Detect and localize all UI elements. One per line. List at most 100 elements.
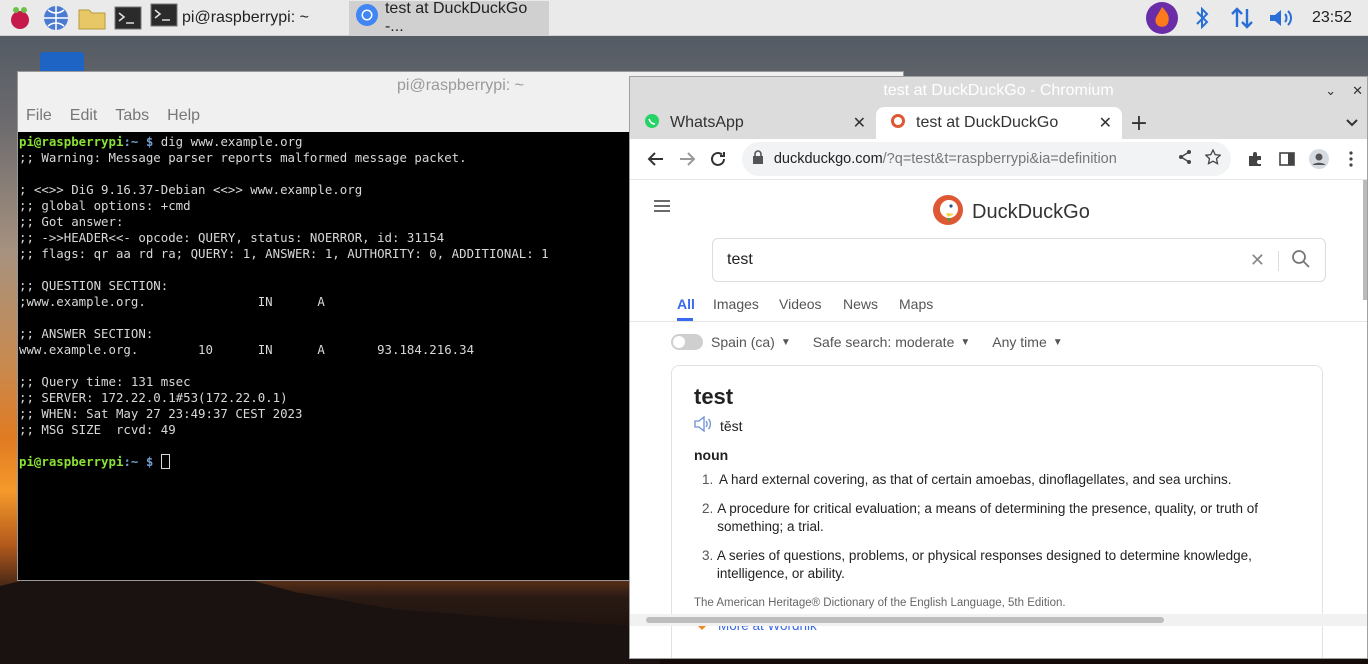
side-panel-icon[interactable] [1271,143,1303,175]
vnc-tray-icon[interactable] [1142,0,1182,36]
network-icon[interactable] [1222,0,1262,36]
tab-videos[interactable]: Videos [779,296,822,312]
menu-edit[interactable]: Edit [70,107,98,125]
url-host: duckduckgo.com [773,151,883,167]
file-manager-launcher-icon[interactable] [76,2,108,34]
terminal-launcher-icon[interactable] [112,2,144,34]
search-filters: Spain (ca) ▼ Safe search: moderate ▼ Any t… [671,334,1085,350]
web-page: DuckDuckGo test ✕ All Images Videos News… [630,179,1367,658]
output-line: ;; WHEN: Sat May 27 23:49:37 CEST 2023 [19,406,303,421]
tab-news[interactable]: News [843,296,878,312]
taskbar-chromium-task[interactable]: test at DuckDuckGo -... [348,0,549,35]
menu-help[interactable]: Help [167,107,200,125]
output-line: ;; QUESTION SECTION: [19,278,169,293]
region-caret-icon[interactable]: ▼ [781,337,791,348]
raspberry-menu-icon[interactable] [4,2,36,34]
output-line: ;; Got answer: [19,214,124,229]
tab-close-icon[interactable]: ✕ [853,113,866,133]
tab-label: test at DuckDuckGo [916,114,1059,131]
definition-word: test [694,384,734,409]
extensions-puzzle-icon[interactable] [1239,143,1271,175]
output-line: ;www.example.org. IN A [19,294,325,309]
reload-icon[interactable] [703,143,734,175]
safe-search-caret-icon[interactable]: ▼ [960,337,970,348]
output-line: ;; global options: +cmd [19,198,191,213]
output-line: ;; MSG SIZE rcvd: 49 [19,422,176,437]
tab-duckduckgo[interactable]: test at DuckDuckGo ✕ [876,107,1122,139]
back-arrow-icon[interactable] [640,143,671,175]
menu-file[interactable]: File [26,107,52,125]
part-of-speech: noun [694,447,729,463]
menu-tabs[interactable]: Tabs [115,107,149,125]
time-caret-icon[interactable]: ▼ [1053,337,1063,348]
output-line: ;; flags: qr aa rd ra; QUERY: 1, ANSWER:… [19,246,549,261]
region-toggle[interactable] [671,334,703,350]
region-filter[interactable]: Spain (ca) [711,334,775,350]
output-line: ;; Warning: Message parser reports malfo… [19,150,467,165]
new-tab-plus-icon[interactable]: + [1122,107,1156,139]
taskbar-terminal-task[interactable]: pi@raspberrypi: ~ [144,1,315,35]
tab-strip: WhatsApp ✕ test at DuckDuckGo ✕ + [630,105,1367,139]
tab-images[interactable]: Images [713,296,759,312]
definition-list: 1. A hard external covering, as that of … [694,471,1300,583]
definition-text: A hard external covering, as that of cer… [719,472,1232,487]
taskbar-task-label: pi@raspberrypi: ~ [182,8,309,26]
chromium-window: test at DuckDuckGo - Chromium ⌄ ✕ WhatsA… [629,76,1368,659]
share-icon[interactable] [1177,149,1193,169]
search-verticals: All Images Videos News Maps [630,292,1367,322]
speaker-icon[interactable] [694,415,712,435]
tab-all[interactable]: All [677,296,695,312]
safe-search-filter[interactable]: Safe search: moderate [813,334,955,350]
hamburger-menu-icon[interactable] [653,198,671,217]
output-line: www.example.org. 10 IN A 93.184.216.34 [19,342,475,357]
tab-maps[interactable]: Maps [899,296,933,312]
browser-titlebar[interactable]: test at DuckDuckGo - Chromium ⌄ ✕ [630,77,1367,105]
minimize-chevron-icon[interactable]: ⌄ [1325,83,1336,99]
time-filter[interactable]: Any time [992,334,1046,350]
lock-icon[interactable] [752,150,764,168]
browser-menu-kebab-icon[interactable] [1335,143,1367,175]
output-line: ;; Query time: 131 msec [19,374,191,389]
output-line: ;; ->>HEADER<<- opcode: QUERY, status: N… [19,230,445,245]
taskbar: pi@raspberrypi: ~ test at DuckDuckGo -..… [0,0,1368,36]
definition-text: A procedure for critical evaluation; a m… [717,501,1259,534]
command-text: dig www.example.org [160,134,303,149]
prompt-symbol: $ [145,454,154,469]
address-bar[interactable]: duckduckgo.com/?q=test&t=raspberrypi&ia=… [741,142,1232,176]
forward-arrow-icon[interactable] [671,143,702,175]
search-icon[interactable] [1291,249,1311,274]
output-line: ; <<>> DiG 9.16.37-Debian <<>> www.examp… [19,182,363,197]
pronunciation: tĕst [720,417,743,434]
profile-avatar-icon[interactable] [1303,143,1335,175]
bookmark-star-icon[interactable] [1204,148,1222,169]
text-cursor [160,454,170,469]
system-tray: 23:52 [1142,0,1368,36]
bluetooth-icon[interactable] [1182,0,1222,36]
tab-close-icon[interactable]: ✕ [1099,113,1112,133]
tab-search-chevron-icon[interactable] [1345,113,1359,132]
prompt-path: :~ [123,454,139,469]
vertical-scrollbar[interactable] [1363,180,1367,300]
horizontal-scroll-thumb[interactable] [646,617,1164,623]
definition-number: 2. [702,501,714,516]
chromium-icon [355,3,379,32]
active-tab-indicator [677,318,693,321]
definition-item: 2. A procedure for critical evaluation; … [702,500,1300,536]
close-window-icon[interactable]: ✕ [1352,83,1363,99]
definition-number: 1. [702,472,714,487]
web-browser-launcher-icon[interactable] [40,2,72,34]
volume-icon[interactable] [1262,0,1302,36]
clear-search-icon[interactable]: ✕ [1250,250,1265,271]
duckduckgo-logo[interactable]: DuckDuckGo [932,194,1090,230]
clock[interactable]: 23:52 [1302,9,1368,27]
search-input[interactable]: test ✕ [712,238,1326,282]
search-query: test [727,251,753,268]
pronunciation-row: tĕst [694,415,1300,435]
whatsapp-icon [644,113,660,134]
browser-toolbar: duckduckgo.com/?q=test&t=raspberrypi&ia=… [630,139,1367,179]
tab-whatsapp[interactable]: WhatsApp ✕ [630,107,876,139]
horizontal-scrollbar[interactable] [630,614,1367,626]
definition-item: 1. A hard external covering, as that of … [702,471,1300,489]
duckduckgo-logo-icon [932,194,964,230]
prompt-user: pi@raspberrypi [19,134,124,149]
